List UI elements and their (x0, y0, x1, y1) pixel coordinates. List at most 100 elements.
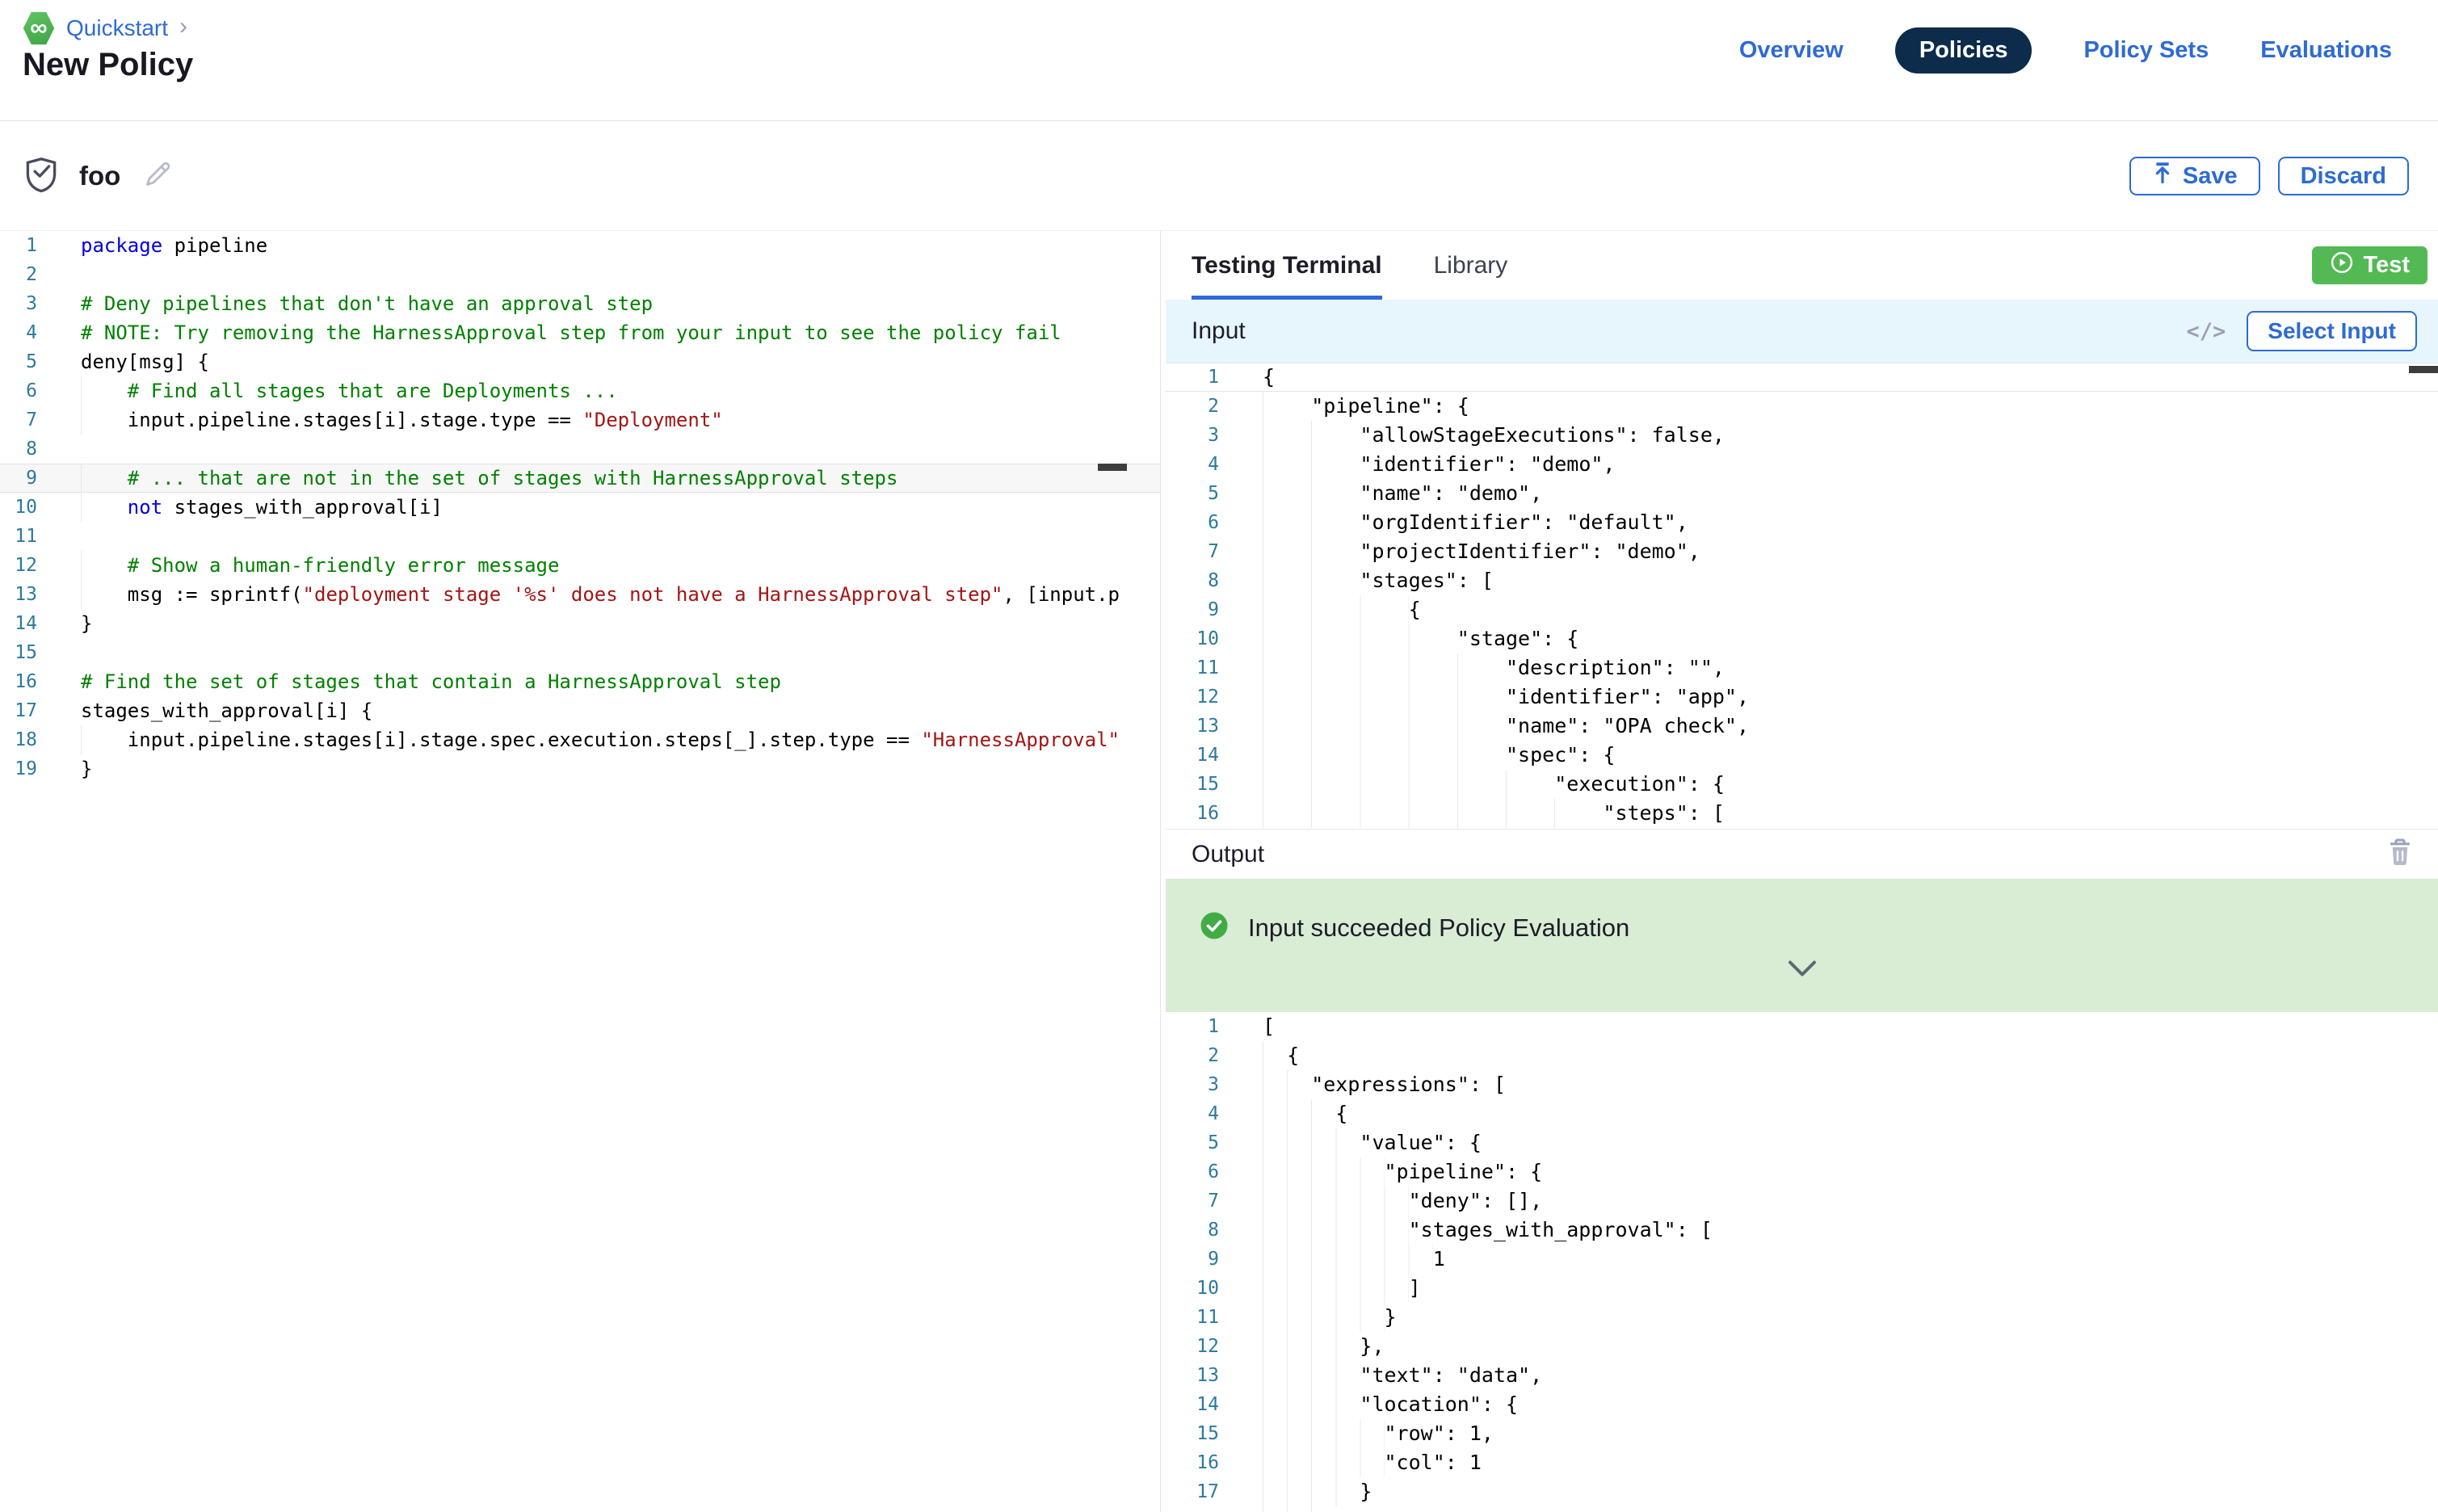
code-line[interactable]: 14"spec": { (1166, 741, 2438, 770)
code-line-text: { (1263, 363, 1275, 392)
code-line[interactable]: 14} (0, 609, 1160, 638)
code-line[interactable]: 12 # Show a human-friendly error message (0, 551, 1160, 580)
code-line[interactable]: 5"value": { (1166, 1128, 2438, 1157)
indent-guide (1263, 537, 1360, 566)
input-json-editor[interactable]: 1{2"pipeline": {3"allowStageExecutions":… (1166, 363, 2438, 829)
code-line[interactable]: 11} (1166, 1303, 2438, 1332)
code-line[interactable]: 9{ (1166, 595, 2438, 624)
nav-tab-overview[interactable]: Overview (1739, 37, 1843, 64)
indent-guide (1263, 741, 1506, 770)
code-line-text: "identifier": "app", (1263, 682, 1749, 712)
code-line-text: "steps": [ (1263, 799, 1725, 828)
code-line[interactable]: 91 (1166, 1245, 2438, 1274)
trash-icon[interactable] (2386, 837, 2414, 872)
code-line-text: input.pipeline.stages[i].stage.spec.exec… (81, 725, 1120, 754)
code-line-text: "orgIdentifier": "default", (1263, 508, 1688, 537)
code-line[interactable]: 4# NOTE: Try removing the HarnessApprova… (0, 318, 1160, 347)
code-line[interactable]: 11 (0, 522, 1160, 551)
line-number: 11 (1166, 653, 1219, 682)
discard-button-label: Discard (2301, 163, 2386, 190)
indent-guide (1263, 392, 1311, 421)
code-line[interactable]: 9# ... that are not in the set of stages… (0, 464, 1160, 493)
code-line[interactable]: 13"name": "OPA check", (1166, 712, 2438, 741)
code-line[interactable]: 10] (1166, 1274, 2438, 1303)
code-line[interactable]: 10"stage": { (1166, 624, 2438, 653)
code-line[interactable]: 3# Deny pipelines that don't have an app… (0, 289, 1160, 318)
code-line[interactable]: 3"allowStageExecutions": false, (1166, 421, 2438, 450)
chevron-down-icon[interactable] (1788, 960, 1817, 981)
code-line[interactable]: 8"stages_with_approval": [ (1166, 1216, 2438, 1245)
code-line[interactable]: 3"expressions": [ (1166, 1070, 2438, 1099)
code-line[interactable]: 6"orgIdentifier": "default", (1166, 508, 2438, 537)
test-button[interactable]: Test (2312, 246, 2427, 284)
code-line[interactable]: 1package pipeline (0, 231, 1160, 260)
code-line[interactable]: 15"row": 1, (1166, 1419, 2438, 1448)
upload-icon (2152, 162, 2173, 191)
nav-tab-policies[interactable]: Policies (1895, 27, 2032, 74)
code-line[interactable]: 17} (1166, 1477, 2438, 1506)
indent-guide (1263, 1332, 1360, 1361)
code-line[interactable]: 2 (0, 260, 1160, 289)
discard-button[interactable]: Discard (2278, 157, 2409, 195)
code-line-text: # Show a human-friendly error message (81, 551, 559, 580)
code-line[interactable]: 16"steps": [ (1166, 799, 2438, 828)
code-line[interactable]: 7"projectIdentifier": "demo", (1166, 537, 2438, 566)
code-line-text: input.pipeline.stages[i].stage.type == "… (81, 405, 723, 435)
line-number: 3 (1166, 1070, 1219, 1099)
code-line[interactable]: 4"identifier": "demo", (1166, 450, 2438, 479)
policy-code-editor[interactable]: 1package pipeline23# Deny pipelines that… (0, 231, 1161, 1512)
terminal-tabs: Testing Terminal Library Test (1166, 231, 2438, 300)
code-line[interactable]: 2"pipeline": { (1166, 392, 2438, 421)
tab-testing-terminal[interactable]: Testing Terminal (1192, 231, 1382, 300)
line-number: 14 (1166, 741, 1219, 770)
code-line[interactable]: 15 (0, 638, 1160, 667)
line-number: 13 (0, 580, 37, 609)
code-line[interactable]: 14"location": { (1166, 1390, 2438, 1419)
code-line[interactable]: 10not stages_with_approval[i] (0, 493, 1160, 522)
code-line[interactable]: 15"execution": { (1166, 770, 2438, 799)
code-line[interactable]: 8"stages": [ (1166, 566, 2438, 595)
code-line[interactable]: 16# Find the set of stages that contain … (0, 667, 1160, 696)
overview-ruler-cursor-marker (2409, 366, 2438, 373)
select-input-button[interactable]: Select Input (2247, 311, 2417, 351)
nav-tab-policy-sets[interactable]: Policy Sets (2083, 37, 2209, 64)
code-line[interactable]: 12}, (1166, 1332, 2438, 1361)
code-line[interactable]: 17stages_with_approval[i] { (0, 696, 1160, 725)
code-line[interactable]: 1[ (1166, 1012, 2438, 1041)
code-line-text: # Find the set of stages that contain a … (81, 667, 781, 696)
code-line[interactable]: 5deny[msg] { (0, 347, 1160, 376)
code-line[interactable]: 12"identifier": "app", (1166, 682, 2438, 712)
code-icon[interactable]: </> (2187, 319, 2226, 344)
code-line[interactable]: 8 (0, 435, 1160, 464)
breadcrumb-project-link[interactable]: Quickstart (66, 15, 168, 41)
code-line[interactable]: 6# Find all stages that are Deployments … (0, 376, 1160, 405)
code-line[interactable]: 6"pipeline": { (1166, 1157, 2438, 1186)
code-line[interactable]: 4{ (1166, 1099, 2438, 1128)
indent-guide (1263, 1448, 1385, 1477)
line-number: 17 (0, 696, 37, 725)
output-json-editor[interactable]: 1[2{3"expressions": [4{5"value": {6"pipe… (1166, 1012, 2438, 1512)
code-line-text: }, (1263, 1332, 1385, 1361)
code-line[interactable]: 7"deny": [], (1166, 1186, 2438, 1216)
save-button[interactable]: Save (2129, 157, 2260, 195)
line-number: 14 (0, 609, 37, 638)
nav-tab-evaluations[interactable]: Evaluations (2260, 37, 2392, 64)
code-line[interactable]: 18} (1166, 1506, 2438, 1512)
indent-guide (1263, 653, 1506, 682)
code-line[interactable]: 18input.pipeline.stages[i].stage.spec.ex… (0, 725, 1160, 754)
tab-library[interactable]: Library (1434, 231, 1508, 300)
edit-pencil-icon[interactable] (141, 158, 174, 195)
code-line[interactable]: 13msg := sprintf("deployment stage '%s' … (0, 580, 1160, 609)
code-line[interactable]: 11"description": "", (1166, 653, 2438, 682)
line-number: 8 (0, 435, 37, 464)
line-number: 18 (1166, 1506, 1219, 1512)
code-line-text: "stages": [ (1263, 566, 1494, 595)
code-line[interactable]: 13"text": "data", (1166, 1361, 2438, 1390)
code-line[interactable]: 7input.pipeline.stages[i].stage.type == … (0, 405, 1160, 435)
code-line[interactable]: 2{ (1166, 1041, 2438, 1070)
code-line[interactable]: 1{ (1166, 363, 2438, 392)
code-line[interactable]: 5"name": "demo", (1166, 479, 2438, 508)
code-line[interactable]: 19} (0, 754, 1160, 783)
line-number: 12 (0, 551, 37, 580)
code-line[interactable]: 16"col": 1 (1166, 1448, 2438, 1477)
